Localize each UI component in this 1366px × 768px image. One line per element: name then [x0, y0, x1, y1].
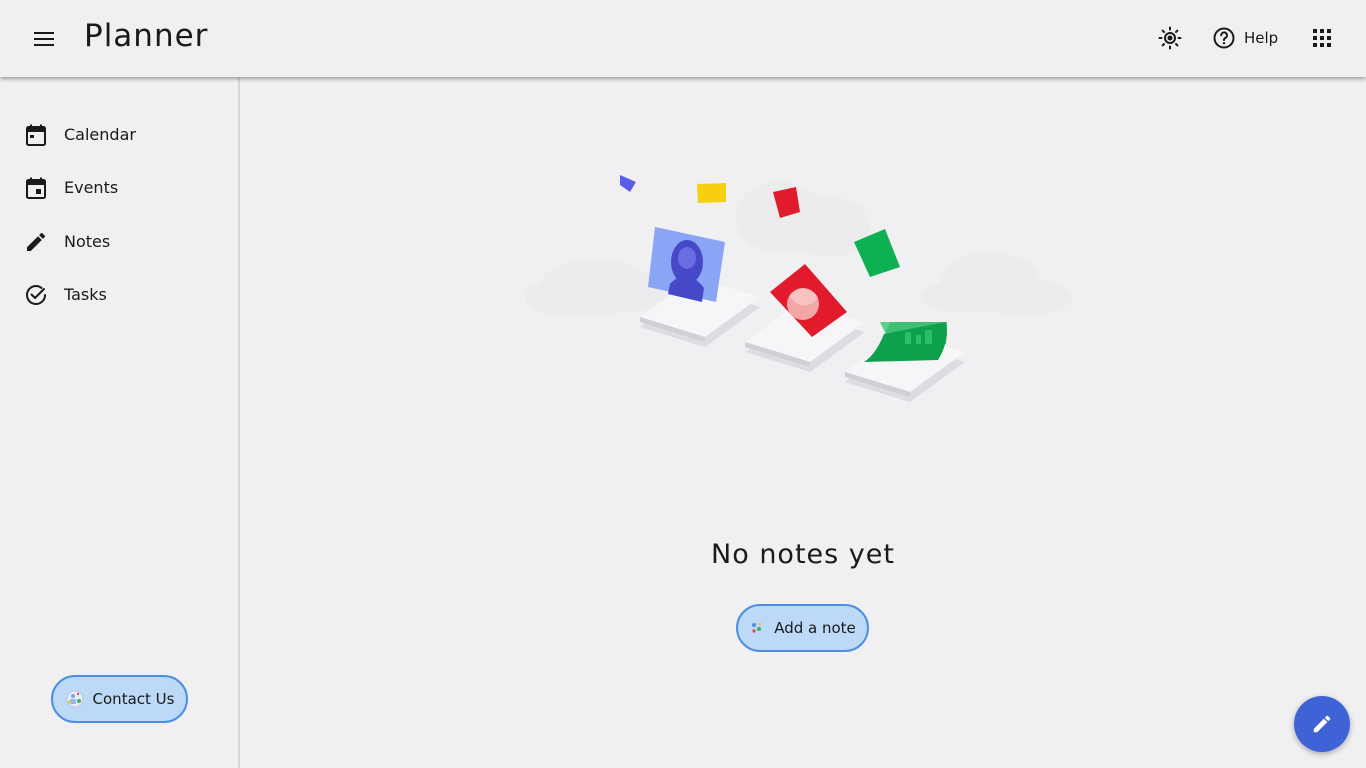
sidebar-item-events[interactable]: Events [0, 166, 238, 210]
add-note-label: Add a note [774, 619, 856, 637]
empty-notes-illustration [525, 175, 1073, 402]
sidebar-item-label: Events [64, 178, 119, 197]
brightness-icon [1158, 26, 1182, 50]
pencil-icon [27, 232, 46, 251]
event-icon [26, 177, 46, 199]
add-note-icon [752, 622, 762, 633]
theme-toggle-button[interactable] [1152, 20, 1188, 56]
sidebar-item-tasks[interactable]: Tasks [0, 273, 238, 317]
apps-grid-icon [1313, 29, 1331, 47]
app-title: Planner [84, 18, 209, 54]
sidebar-item-notes[interactable]: Notes [0, 220, 238, 264]
new-note-fab[interactable] [1294, 696, 1350, 752]
contact-us-button[interactable]: Contact Us [51, 675, 188, 723]
empty-state-title: No notes yet [711, 539, 895, 570]
sidebar-item-label: Notes [64, 232, 111, 251]
add-note-button[interactable]: Add a note [736, 604, 869, 652]
menu-icon [34, 32, 54, 46]
help-label: Help [1244, 29, 1279, 47]
main-content: No notes yet Add a note [240, 77, 1366, 768]
help-button[interactable]: Help [1212, 20, 1278, 56]
calendar-icon [26, 124, 46, 146]
contact-us-label: Contact Us [92, 690, 175, 708]
help-circle-icon [1213, 27, 1235, 49]
check-circle-icon [26, 285, 46, 306]
sidebar-item-label: Tasks [64, 285, 107, 304]
sidebar-item-calendar[interactable]: Calendar [0, 113, 238, 157]
pencil-icon [1313, 715, 1331, 733]
contact-icon [66, 690, 84, 708]
sidebar: Calendar Events Notes Tasks Contact Us [0, 77, 240, 768]
sidebar-item-label: Calendar [64, 125, 136, 144]
apps-button[interactable] [1304, 20, 1340, 56]
top-app-bar: Planner Help [0, 0, 1366, 77]
menu-button[interactable] [26, 21, 62, 57]
